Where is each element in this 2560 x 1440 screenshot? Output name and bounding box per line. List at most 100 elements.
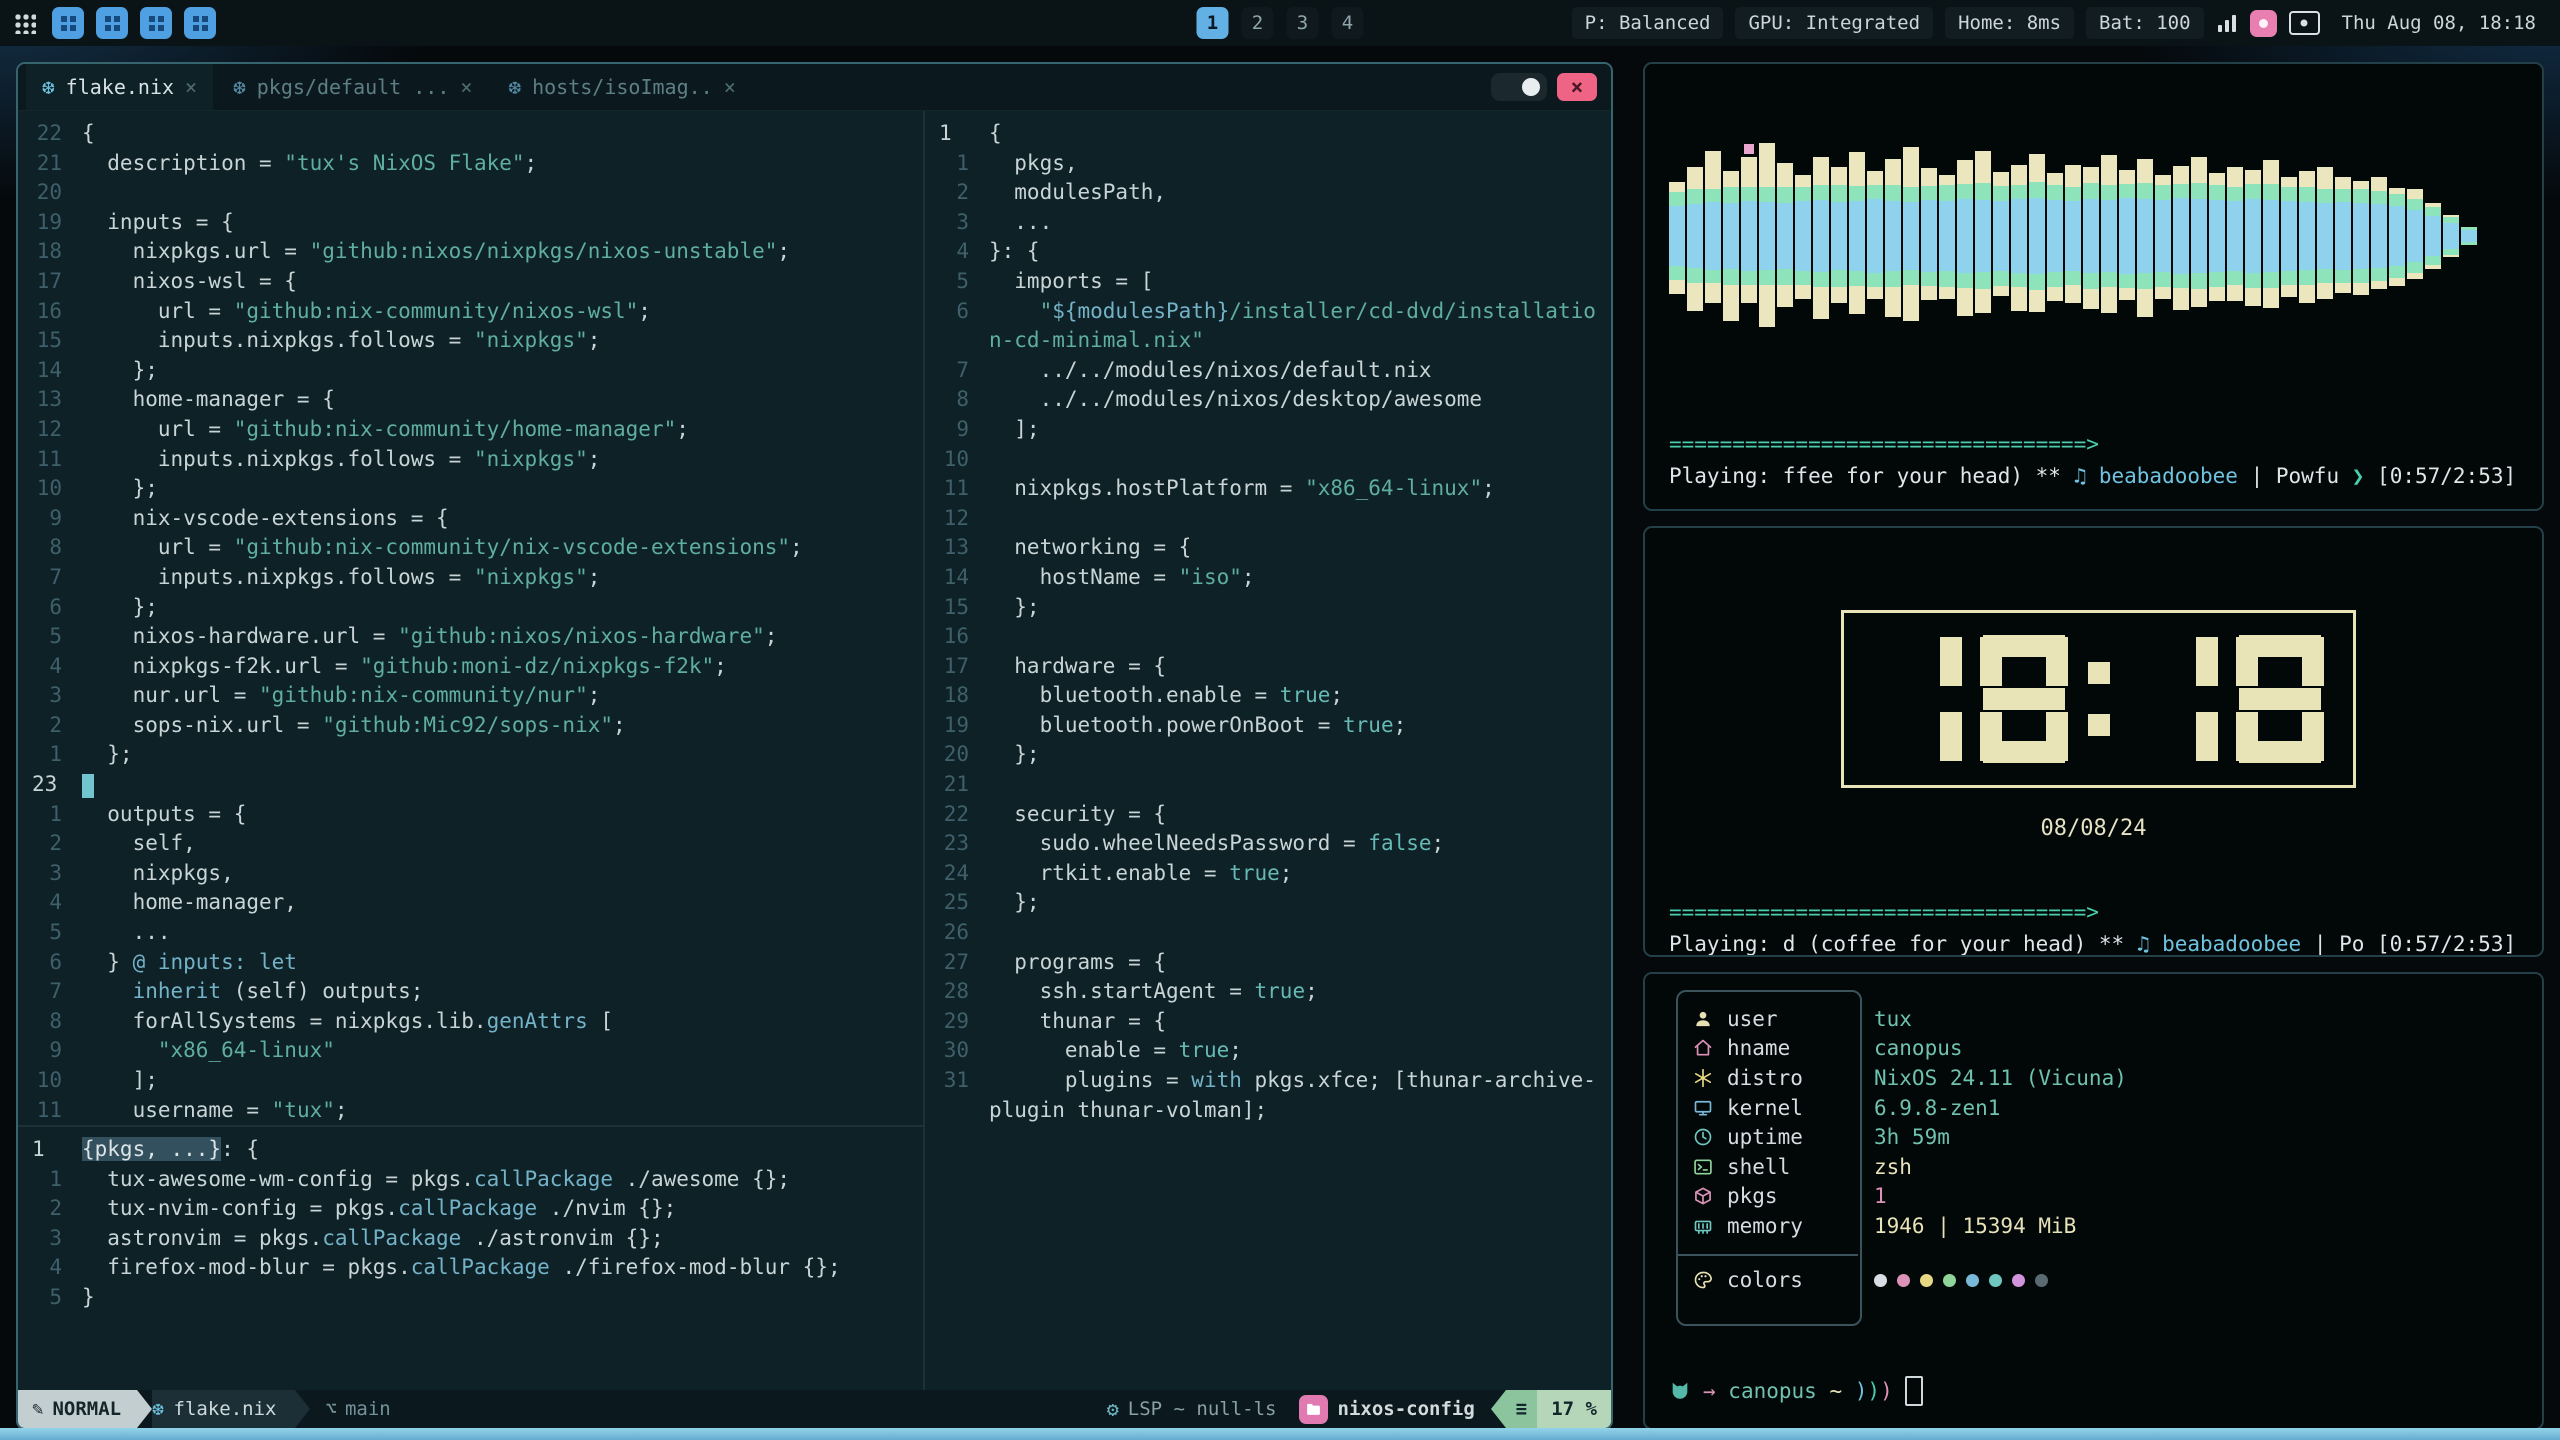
code-line: 15 }; <box>925 593 1611 623</box>
fetch-window: usertuxhnamecanopusdistroNixOS 24.11 (Vi… <box>1643 972 2544 1430</box>
branch-name: main <box>345 1398 391 1420</box>
fetch-label: hname <box>1727 1036 1790 1060</box>
pane-pkgs-default-nix[interactable]: 1{pkgs, ...}: {1 tux-awesome-wm-config =… <box>18 1127 923 1390</box>
gpu-widget[interactable]: GPU: Integrated <box>1735 7 1933 39</box>
code-line: 4}: { <box>925 237 1611 267</box>
pencil-icon: ✎ <box>32 1398 43 1420</box>
fetch-label: colors <box>1727 1268 1803 1292</box>
screenshot-icon[interactable] <box>2289 11 2320 35</box>
window-toggle[interactable] <box>1491 73 1547 101</box>
code-line: 25 }; <box>925 888 1611 918</box>
viz-bar <box>1957 136 1973 336</box>
code-line: 7 ../../modules/nixos/default.nix <box>925 356 1611 386</box>
code-line: 3 ... <box>925 208 1611 238</box>
code-line: 18 bluetooth.enable = true; <box>925 681 1611 711</box>
pane-flake-nix[interactable]: 22{21 description = "tux's NixOS Flake";… <box>18 111 923 1127</box>
nix-icon: ❆ <box>42 75 55 99</box>
client-icon[interactable] <box>184 7 216 39</box>
code-line: 20 }; <box>925 740 1611 770</box>
package-icon <box>1692 1186 1714 1206</box>
app-launcher-icon[interactable] <box>14 12 36 34</box>
git-branch: ⌥ main <box>326 1398 391 1420</box>
code-line: 1{pkgs, ...}: { <box>18 1135 923 1165</box>
code-line: 7 inputs.nixpkgs.follows = "nixpkgs"; <box>18 563 923 593</box>
close-tab-icon[interactable]: × <box>724 75 736 99</box>
lines-icon: ≡ <box>1506 1398 1537 1420</box>
tab-hosts-isoimage[interactable]: ❆ hosts/isoImag.. × <box>492 64 751 110</box>
user-icon <box>1692 1009 1714 1029</box>
code-line: 28 ssh.startAgent = true; <box>925 977 1611 1007</box>
fetch-value: 1 <box>1874 1184 1887 1208</box>
code-line: 30 enable = true; <box>925 1036 1611 1066</box>
viz-bar <box>2065 136 2081 336</box>
viz-bar <box>2137 136 2153 336</box>
fetch-label: shell <box>1727 1155 1790 1179</box>
code-line: 9 ]; <box>925 415 1611 445</box>
viz-bar <box>2029 136 2045 336</box>
snowflake-icon <box>1692 1068 1714 1088</box>
client-icon[interactable] <box>140 7 172 39</box>
editor-cursor <box>82 774 94 798</box>
code-line: 2 sops-nix.url = "github:Mic92/sops-nix"… <box>18 711 923 741</box>
close-tab-icon[interactable]: × <box>185 75 197 99</box>
tab-label: hosts/isoImag.. <box>532 75 713 99</box>
close-tab-icon[interactable]: × <box>460 75 472 99</box>
fetch-row: memory1946 | 15394 MiB <box>1692 1211 2127 1241</box>
viz-bar <box>2425 136 2441 336</box>
viz-bar <box>2191 136 2207 336</box>
workspace-2[interactable]: 2 <box>1242 7 1274 39</box>
battery-widget[interactable]: Bat: 100 <box>2086 7 2204 39</box>
clock-digit <box>1874 635 1962 763</box>
workspace-1[interactable]: 1 <box>1197 7 1229 39</box>
fetch-label: uptime <box>1727 1125 1803 1149</box>
network-icon[interactable] <box>2216 14 2238 32</box>
file-name: flake.nix <box>174 1398 277 1420</box>
code-line: 9 "x86_64-linux" <box>18 1036 923 1066</box>
viz-bar <box>2101 136 2117 336</box>
close-window-button[interactable]: × <box>1557 73 1597 101</box>
shell-prompt[interactable]: → canopus ~ ))) <box>1669 1376 1923 1406</box>
viz-bar <box>1885 136 1901 336</box>
clock-colon <box>2086 635 2112 763</box>
viz-bar <box>2461 136 2477 336</box>
workspace-3[interactable]: 3 <box>1287 7 1319 39</box>
code-line: 3 nixpkgs, <box>18 859 923 889</box>
workspace-4[interactable]: 4 <box>1332 7 1364 39</box>
music-window: =================================> Playi… <box>1643 62 2544 511</box>
clock-icon <box>1692 1127 1714 1147</box>
fetch-row: uptime3h 59m <box>1692 1122 2127 1152</box>
system-info: usertuxhnamecanopusdistroNixOS 24.11 (Vi… <box>1692 1004 2127 1294</box>
pane-hosts-isoimage-nix[interactable]: 1{1 pkgs,2 modulesPath,3 ...4}: {5 impor… <box>925 111 1611 1390</box>
track-progress: =================================> <box>1669 432 2099 456</box>
code-line: 3 nur.url = "github:nix-community/nur"; <box>18 681 923 711</box>
viz-bar <box>2209 136 2225 336</box>
clock-digit <box>1980 635 2068 763</box>
top-bar: 1 2 3 4 P: Balanced GPU: Integrated Home… <box>0 0 2560 46</box>
fetch-row: shellzsh <box>1692 1152 2127 1182</box>
desktop: 1 2 3 4 P: Balanced GPU: Integrated Home… <box>0 0 2560 1440</box>
clock-widget[interactable]: Thu Aug 08, 18:18 <box>2332 7 2546 39</box>
code-line: 8 forAllSystems = nixpkgs.lib.genAttrs [ <box>18 1007 923 1037</box>
client-icon[interactable] <box>52 7 84 39</box>
viz-bar <box>2389 136 2405 336</box>
code-line: 18 nixpkgs.url = "github:nixos/nixpkgs/n… <box>18 237 923 267</box>
viz-bar <box>2047 136 2063 336</box>
power-profile-widget[interactable]: P: Balanced <box>1572 7 1724 39</box>
client-icon[interactable] <box>96 7 128 39</box>
mode-label: NORMAL <box>52 1398 121 1420</box>
tab-label: pkgs/default ... <box>257 75 450 99</box>
prompt-text: → canopus ~ ))) <box>1703 1379 1893 1403</box>
terminal-cursor[interactable] <box>1905 1376 1923 1406</box>
code-line: 6 }; <box>18 593 923 623</box>
fetch-rows: usertuxhnamecanopusdistroNixOS 24.11 (Vi… <box>1692 1004 2127 1294</box>
viz-bar <box>1831 136 1847 336</box>
code-line: 6 "${modulesPath}/installer/cd-dvd/insta… <box>925 297 1611 327</box>
recorder-icon[interactable] <box>2250 10 2277 37</box>
tab-flake-nix[interactable]: ❆ flake.nix × <box>26 64 213 110</box>
ping-widget[interactable]: Home: 8ms <box>1945 7 2074 39</box>
tab-pkgs-default[interactable]: ❆ pkgs/default ... × <box>217 64 488 110</box>
status-widgets: P: Balanced GPU: Integrated Home: 8ms Ba… <box>1572 7 2546 39</box>
viz-bar <box>2353 136 2369 336</box>
code-line: 5 nixos-hardware.url = "github:nixos/nix… <box>18 622 923 652</box>
fetch-value: 6.9.8-zen1 <box>1874 1096 2000 1120</box>
